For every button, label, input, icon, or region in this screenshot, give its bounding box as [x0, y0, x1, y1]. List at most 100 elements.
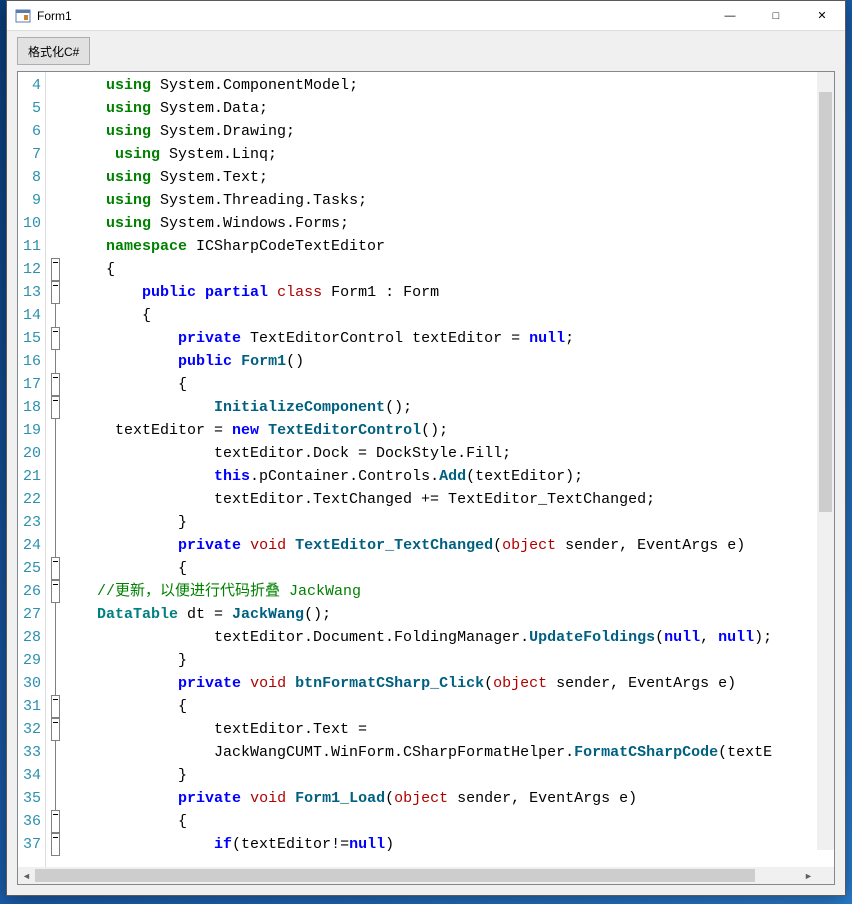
line-number: 25	[18, 557, 45, 580]
fold-toggle-icon[interactable]	[51, 580, 60, 603]
format-csharp-button[interactable]: 格式化C#	[17, 37, 90, 65]
fold-toggle-icon[interactable]	[51, 810, 60, 833]
fold-toggle-icon[interactable]	[51, 557, 60, 580]
fold-cell	[46, 189, 64, 212]
fold-cell[interactable]	[46, 557, 64, 580]
editor-container: 4567891011121314151617181920212223242526…	[17, 71, 835, 885]
line-number: 5	[18, 97, 45, 120]
fold-cell	[46, 764, 64, 787]
fold-toggle-icon[interactable]	[51, 281, 60, 304]
code-area[interactable]: using System.ComponentModel; using Syste…	[64, 72, 834, 867]
fold-guide	[55, 672, 56, 695]
line-number: 22	[18, 488, 45, 511]
fold-guide	[55, 534, 56, 557]
fold-cell	[46, 350, 64, 373]
fold-toggle-icon[interactable]	[51, 695, 60, 718]
line-number: 7	[18, 143, 45, 166]
fold-cell	[46, 120, 64, 143]
line-number: 29	[18, 649, 45, 672]
line-number: 11	[18, 235, 45, 258]
fold-cell	[46, 672, 64, 695]
fold-cell	[46, 787, 64, 810]
fold-cell[interactable]	[46, 833, 64, 856]
line-number: 27	[18, 603, 45, 626]
editor-body: 4567891011121314151617181920212223242526…	[18, 72, 834, 867]
fold-cell	[46, 166, 64, 189]
fold-cell	[46, 212, 64, 235]
fold-cell	[46, 97, 64, 120]
scroll-right-arrow[interactable]: ►	[800, 867, 817, 884]
fold-cell	[46, 304, 64, 327]
line-number: 12	[18, 258, 45, 281]
line-number: 34	[18, 764, 45, 787]
fold-guide	[55, 465, 56, 488]
scroll-left-arrow[interactable]: ◄	[18, 867, 35, 884]
fold-cell	[46, 488, 64, 511]
fold-cell	[46, 603, 64, 626]
line-number: 28	[18, 626, 45, 649]
line-number: 18	[18, 396, 45, 419]
fold-guide	[55, 350, 56, 373]
fold-cell	[46, 235, 64, 258]
fold-cell[interactable]	[46, 258, 64, 281]
fold-toggle-icon[interactable]	[51, 833, 60, 856]
fold-toggle-icon[interactable]	[51, 396, 60, 419]
fold-cell	[46, 649, 64, 672]
fold-toggle-icon[interactable]	[51, 327, 60, 350]
line-number: 33	[18, 741, 45, 764]
line-number: 16	[18, 350, 45, 373]
fold-guide	[55, 442, 56, 465]
maximize-button[interactable]: □	[753, 1, 799, 31]
fold-cell[interactable]	[46, 695, 64, 718]
window-title: Form1	[37, 9, 707, 23]
fold-cell[interactable]	[46, 327, 64, 350]
fold-cell	[46, 511, 64, 534]
fold-toggle-icon[interactable]	[51, 373, 60, 396]
fold-cell[interactable]	[46, 718, 64, 741]
fold-cell	[46, 534, 64, 557]
line-number: 19	[18, 419, 45, 442]
horizontal-scrollbar-thumb[interactable]	[35, 869, 755, 882]
line-number: 30	[18, 672, 45, 695]
fold-cell[interactable]	[46, 396, 64, 419]
titlebar: Form1 — □ ✕	[7, 1, 845, 31]
fold-cell	[46, 419, 64, 442]
minimize-button[interactable]: —	[707, 1, 753, 31]
line-number: 32	[18, 718, 45, 741]
app-window: Form1 — □ ✕ 格式化C# 4567891011121314151617…	[6, 0, 846, 896]
line-number: 15	[18, 327, 45, 350]
fold-guide	[55, 764, 56, 787]
line-number: 26	[18, 580, 45, 603]
fold-cell[interactable]	[46, 281, 64, 304]
fold-cell	[46, 143, 64, 166]
horizontal-scrollbar[interactable]: ◄ ►	[18, 867, 834, 884]
fold-guide	[55, 511, 56, 534]
fold-cell[interactable]	[46, 580, 64, 603]
close-button[interactable]: ✕	[799, 1, 845, 31]
fold-toggle-icon[interactable]	[51, 718, 60, 741]
line-number: 24	[18, 534, 45, 557]
vertical-scrollbar-thumb[interactable]	[819, 92, 832, 512]
line-number: 37	[18, 833, 45, 856]
vertical-scrollbar[interactable]	[817, 72, 834, 850]
line-number: 13	[18, 281, 45, 304]
fold-cell[interactable]	[46, 810, 64, 833]
line-number: 14	[18, 304, 45, 327]
line-number: 10	[18, 212, 45, 235]
fold-toggle-icon[interactable]	[51, 258, 60, 281]
line-number-gutter: 4567891011121314151617181920212223242526…	[18, 72, 46, 867]
fold-cell	[46, 74, 64, 97]
line-number: 6	[18, 120, 45, 143]
fold-guide	[55, 419, 56, 442]
line-number: 31	[18, 695, 45, 718]
fold-cell	[46, 626, 64, 649]
fold-guide	[55, 488, 56, 511]
line-number: 4	[18, 74, 45, 97]
line-number: 17	[18, 373, 45, 396]
fold-guide	[55, 304, 56, 327]
app-icon	[15, 8, 31, 24]
line-number: 20	[18, 442, 45, 465]
fold-cell[interactable]	[46, 373, 64, 396]
line-number: 36	[18, 810, 45, 833]
fold-column	[46, 72, 64, 867]
